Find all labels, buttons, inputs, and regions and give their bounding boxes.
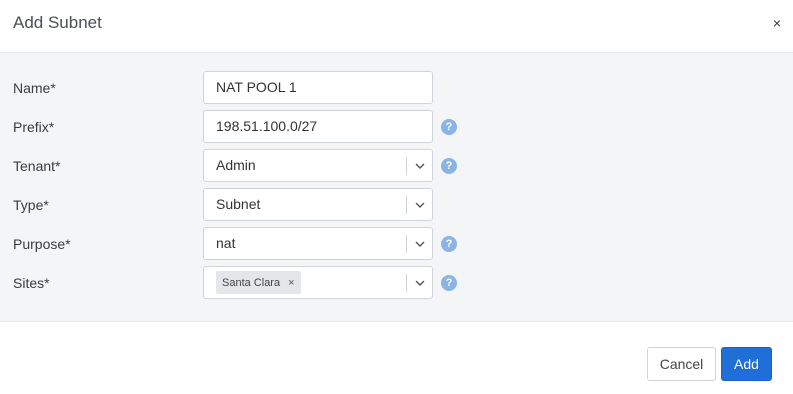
chevron-down-icon[interactable] bbox=[412, 197, 428, 213]
dialog-header: Add Subnet × bbox=[0, 0, 793, 53]
add-button[interactable]: Add bbox=[721, 347, 772, 381]
type-row: Type* Subnet bbox=[0, 188, 793, 222]
type-selected-value: Subnet bbox=[216, 196, 261, 212]
chevron-down-icon[interactable] bbox=[412, 158, 428, 174]
help-icon[interactable]: ? bbox=[441, 275, 457, 291]
tenant-label: Tenant* bbox=[13, 158, 61, 174]
help-icon[interactable]: ? bbox=[441, 158, 457, 174]
sites-label: Sites* bbox=[13, 275, 50, 291]
select-divider bbox=[406, 235, 407, 253]
dialog-footer: Cancel Add bbox=[0, 322, 793, 394]
name-field[interactable] bbox=[203, 71, 433, 104]
name-label: Name* bbox=[13, 80, 56, 96]
type-select[interactable]: Subnet bbox=[203, 188, 433, 221]
sites-row: Sites* Santa Clara × ? bbox=[0, 266, 793, 300]
form-body: Name* Prefix* ? Tenant* Admin ? Type* Su… bbox=[0, 53, 793, 322]
select-divider bbox=[406, 274, 407, 292]
help-icon[interactable]: ? bbox=[441, 119, 457, 135]
dialog-title: Add Subnet bbox=[13, 13, 102, 32]
select-divider bbox=[406, 196, 407, 214]
tenant-selected-value: Admin bbox=[216, 157, 256, 173]
site-tag: Santa Clara × bbox=[216, 271, 301, 294]
purpose-row: Purpose* nat ? bbox=[0, 227, 793, 261]
prefix-input[interactable] bbox=[216, 111, 421, 142]
type-label: Type* bbox=[13, 197, 49, 213]
name-row: Name* bbox=[0, 71, 793, 105]
chevron-down-icon[interactable] bbox=[412, 236, 428, 252]
chevron-down-icon[interactable] bbox=[412, 275, 428, 291]
purpose-label: Purpose* bbox=[13, 236, 71, 252]
cancel-button[interactable]: Cancel bbox=[647, 347, 716, 381]
prefix-field[interactable] bbox=[203, 110, 433, 143]
purpose-select[interactable]: nat bbox=[203, 227, 433, 260]
help-icon[interactable]: ? bbox=[441, 236, 457, 252]
site-tag-label: Santa Clara bbox=[222, 276, 281, 289]
prefix-label: Prefix* bbox=[13, 119, 55, 135]
tenant-select[interactable]: Admin bbox=[203, 149, 433, 182]
tenant-row: Tenant* Admin ? bbox=[0, 149, 793, 183]
name-input[interactable] bbox=[216, 72, 421, 103]
sites-multiselect[interactable]: Santa Clara × bbox=[203, 266, 433, 299]
prefix-row: Prefix* ? bbox=[0, 110, 793, 144]
select-divider bbox=[406, 157, 407, 175]
purpose-selected-value: nat bbox=[216, 235, 236, 251]
close-icon[interactable]: × bbox=[770, 14, 784, 32]
tag-remove-icon[interactable]: × bbox=[288, 277, 294, 289]
